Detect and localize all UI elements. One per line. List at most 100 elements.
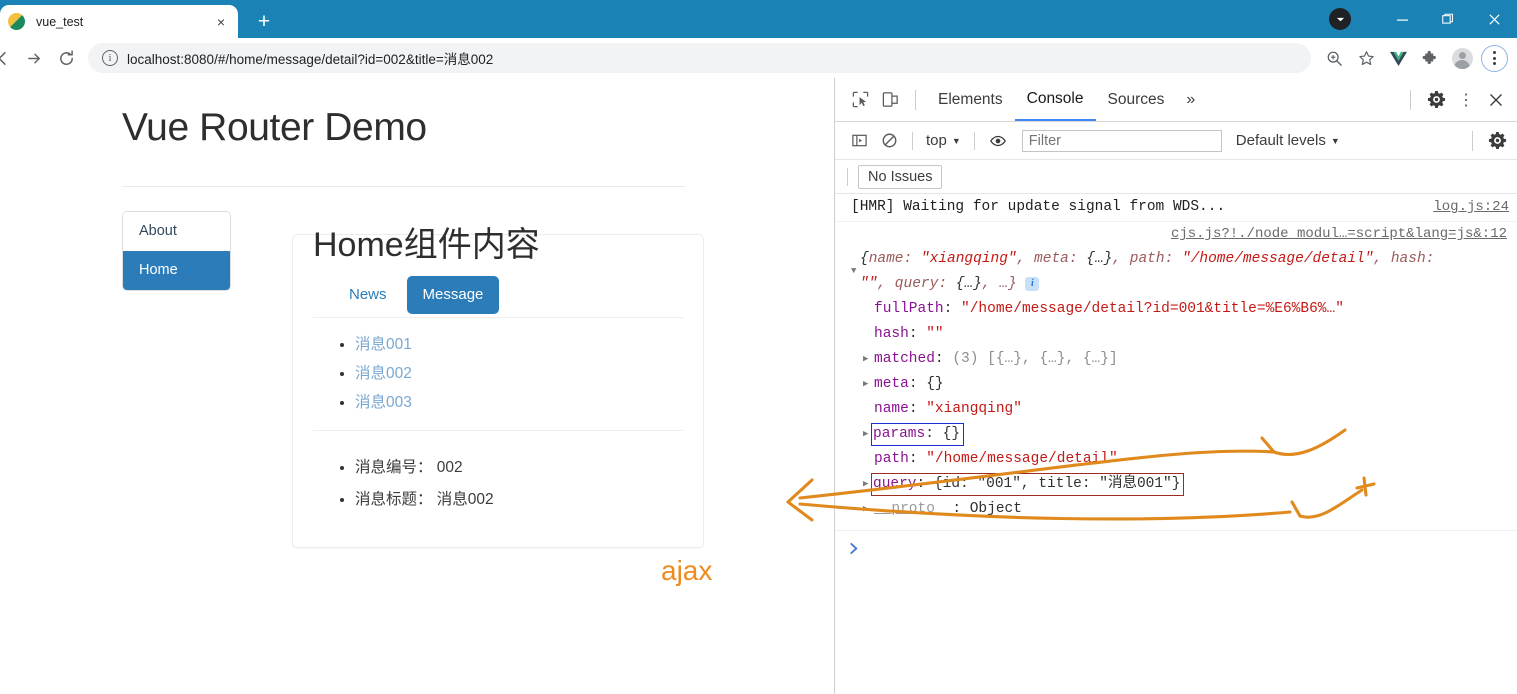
inspect-element-icon[interactable]: [845, 85, 875, 115]
url-text: localhost:8080/#/home/message/detail?id=…: [127, 52, 494, 67]
prop-proto[interactable]: ▶ __proto__: Object: [851, 497, 1509, 522]
toolbar-divider: [915, 89, 916, 110]
log-levels-selector[interactable]: Default levels ▼: [1236, 132, 1340, 149]
expand-triangle-icon[interactable]: ▼: [851, 259, 860, 284]
page-title: Vue Router Demo: [122, 106, 427, 149]
execution-context-label: top: [926, 132, 947, 149]
more-tabs-icon[interactable]: »: [1176, 91, 1205, 109]
prop-val-params: {}: [942, 426, 961, 442]
message-list: 消息001 消息002 消息003: [313, 332, 683, 412]
expand-triangle-matched-icon[interactable]: ▶: [863, 347, 872, 372]
site-info-icon[interactable]: i: [102, 50, 118, 66]
avatar: [1451, 47, 1473, 69]
console-prompt[interactable]: [835, 531, 1517, 564]
device-toolbar-icon[interactable]: [875, 85, 905, 115]
close-window-button[interactable]: [1471, 0, 1517, 38]
console-filter-input[interactable]: [1021, 129, 1222, 152]
tab-message[interactable]: Message: [406, 275, 500, 314]
prop-key-path: path: [874, 451, 909, 467]
console-settings-gear-icon[interactable]: [1483, 127, 1511, 155]
preview-path-key: , path:: [1112, 251, 1182, 267]
prop-fullPath: fullPath: "/home/message/detail?id=001&t…: [874, 301, 1344, 317]
maximize-button[interactable]: [1425, 0, 1471, 38]
prop-val-path: "/home/message/detail": [926, 451, 1118, 467]
prop-meta[interactable]: ▶ meta: {}: [851, 372, 1509, 397]
sidebar-item-home[interactable]: Home: [123, 250, 230, 290]
object-source-link[interactable]: cjs.js?!./node_modul…=script&lang=js&:12: [1171, 222, 1507, 247]
prop-path: path: "/home/message/detail": [874, 451, 1118, 467]
zoom-icon[interactable]: [1319, 43, 1349, 73]
list-item: 消息003: [355, 390, 683, 412]
prop-params[interactable]: ▶ params: {}: [851, 422, 1509, 447]
toolbar-divider-2: [1410, 89, 1411, 110]
close-tab-icon[interactable]: ×: [212, 13, 230, 31]
console-filter-bar: top ▼ Default levels ▼: [835, 122, 1517, 160]
devtools-kebab-icon[interactable]: ⋮: [1451, 85, 1481, 115]
bookmark-star-icon[interactable]: [1351, 43, 1381, 73]
minimize-button[interactable]: [1379, 0, 1425, 38]
page-divider: [122, 185, 685, 187]
reload-button[interactable]: [50, 42, 82, 74]
prop-val-proto: Object: [969, 501, 1022, 517]
preview-tail: , …}: [981, 276, 1017, 292]
window-controls: [1329, 0, 1517, 38]
preview-query-key: , query:: [877, 276, 956, 292]
tab-sources[interactable]: Sources: [1096, 78, 1177, 121]
new-tab-button[interactable]: +: [250, 7, 278, 35]
prop-val-hash: "": [926, 326, 944, 342]
extensions-puzzle-icon[interactable]: [1415, 43, 1445, 73]
hmr-source-link[interactable]: log.js:24: [1433, 195, 1509, 220]
preview-meta-val: {…}: [1086, 251, 1113, 267]
prop-val-fullPath: "/home/message/detail?id=001&title=%E6%B…: [961, 301, 1344, 317]
message-detail-list: 消息编号： 002 消息标题： 消息002: [313, 455, 683, 509]
expand-triangle-proto-icon[interactable]: ▶: [863, 497, 872, 522]
filter-divider-1: [912, 131, 913, 150]
tab-console[interactable]: Console: [1014, 78, 1096, 121]
console-object-source-row: cjs.js?!./node_modul…=script&lang=js&:12: [835, 222, 1517, 247]
filterbar-right: [1462, 127, 1517, 155]
preview-name-key: name:: [868, 251, 921, 267]
devtools-right-controls: ⋮: [1400, 85, 1517, 115]
tab-elements[interactable]: Elements: [926, 78, 1015, 121]
prop-name: name: "xiangqing": [874, 401, 1022, 417]
prop-query[interactable]: ▶ query: {id: "001", title: "消息001"}: [851, 472, 1509, 497]
object-preview-row[interactable]: ▼ {name: "xiangqing", meta: {…}, path: "…: [851, 247, 1509, 297]
expand-triangle-meta-icon[interactable]: ▶: [863, 372, 872, 397]
message-link-001[interactable]: 消息001: [355, 336, 412, 353]
prop-val-matched: (3) [{…}, {…}, {…}]: [952, 351, 1118, 367]
browser-tab[interactable]: vue_test ×: [0, 5, 238, 38]
issues-bar: No Issues: [835, 160, 1517, 194]
info-badge-icon[interactable]: i: [1025, 277, 1040, 291]
message-link-002[interactable]: 消息002: [355, 365, 412, 382]
no-issues-button[interactable]: No Issues: [858, 164, 943, 189]
profile-avatar[interactable]: [1447, 43, 1477, 73]
prop-val-name: "xiangqing": [926, 401, 1022, 417]
vue-devtools-icon[interactable]: [1383, 43, 1413, 73]
tab-news[interactable]: News: [333, 276, 403, 314]
kebab-menu-icon: [1480, 44, 1508, 72]
profile-badge-icon[interactable]: [1329, 8, 1351, 30]
forward-button[interactable]: [18, 42, 50, 74]
message-link-003[interactable]: 消息003: [355, 394, 412, 411]
gear-icon[interactable]: [1421, 85, 1451, 115]
prop-key-hash: hash: [874, 326, 909, 342]
prop-matched[interactable]: ▶ matched: (3) [{…}, {…}, {…}]: [851, 347, 1509, 372]
prop-val-query: {id: "001", title: "消息001"}: [933, 476, 1181, 492]
preview-path-val: "/home/message/detail": [1182, 251, 1374, 267]
list-item: 消息002: [355, 361, 683, 383]
execution-context-selector[interactable]: top ▼: [922, 132, 965, 149]
close-devtools-icon[interactable]: [1481, 85, 1511, 115]
clear-console-icon[interactable]: [875, 127, 903, 155]
live-expression-eye-icon[interactable]: [984, 127, 1012, 155]
back-button[interactable]: [0, 42, 18, 74]
prop-key-query: query: [873, 476, 917, 492]
filter-divider-3: [1472, 130, 1473, 151]
chrome-menu-button[interactable]: [1479, 43, 1509, 73]
params-highlight-box: params: {}: [871, 423, 965, 446]
panel-divider-bottom: [313, 429, 683, 431]
console-sidebar-icon[interactable]: [845, 127, 873, 155]
detail-title: 消息标题： 消息002: [355, 487, 683, 509]
object-preview-text: {name: "xiangqing", meta: {…}, path: "/h…: [860, 251, 1435, 292]
sidebar-item-about[interactable]: About: [123, 211, 230, 251]
address-bar[interactable]: i localhost:8080/#/home/message/detail?i…: [88, 43, 1311, 73]
